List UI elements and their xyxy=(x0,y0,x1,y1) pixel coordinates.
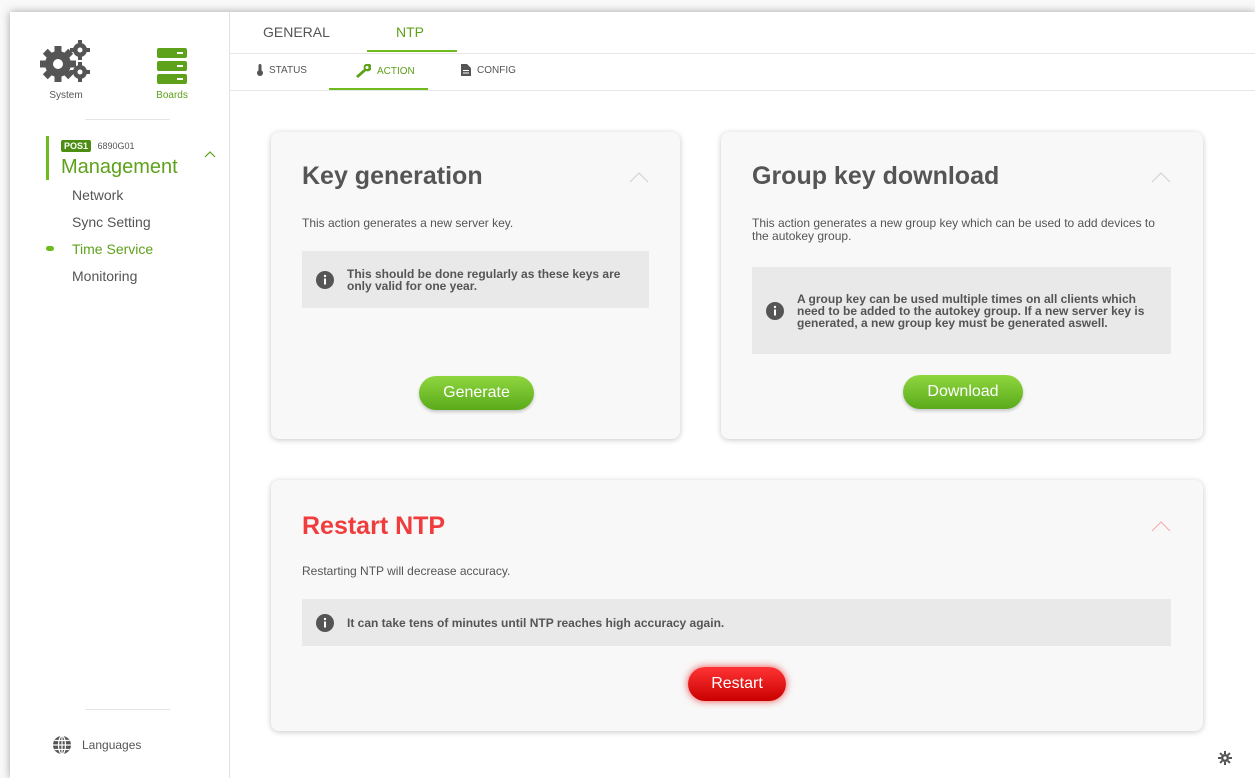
card-description: This action generates a new server key. xyxy=(302,216,514,230)
position-badge: POS1 xyxy=(61,140,92,152)
system-label: System xyxy=(49,90,83,101)
info-text: It can take tens of minutes until NTP re… xyxy=(347,615,725,630)
sidebar-nav: Network Sync Setting Time Service Monito… xyxy=(46,186,154,294)
download-button[interactable]: Download xyxy=(903,375,1023,409)
chevron-up-icon[interactable] xyxy=(1151,521,1171,532)
info-icon xyxy=(316,613,334,632)
subtab-active-underline xyxy=(329,88,428,90)
sidebar-divider-bottom xyxy=(85,709,170,710)
card-title: Restart NTP xyxy=(302,512,446,540)
group-key-card: Group key download This action generates… xyxy=(721,132,1203,439)
chevron-up-icon[interactable] xyxy=(1151,172,1171,183)
thermometer-icon xyxy=(257,64,263,76)
chevron-up-icon[interactable] xyxy=(629,172,649,183)
info-text: This should be done regularly as these k… xyxy=(347,266,621,293)
subtab-status[interactable]: STATUS xyxy=(257,64,307,76)
restart-ntp-card: Restart NTP Restarting NTP will decrease… xyxy=(271,480,1203,731)
system-nav[interactable]: System xyxy=(36,34,96,101)
document-icon xyxy=(461,64,471,76)
info-box: A group key can be used multiple times o… xyxy=(752,267,1171,354)
sidebar-item-time-service[interactable]: Time Service xyxy=(46,240,154,267)
main-tabs: GENERAL NTP xyxy=(230,12,1255,54)
card-title: Group key download xyxy=(752,162,1000,190)
subtab-status-label: STATUS xyxy=(269,64,307,76)
subtab-action[interactable]: ACTION xyxy=(355,64,415,78)
active-indicator xyxy=(46,246,54,251)
sidebar-item-network[interactable]: Network xyxy=(72,186,153,213)
card-title: Key generation xyxy=(302,162,483,190)
section-title: Management xyxy=(61,156,178,178)
gears-icon xyxy=(40,40,90,82)
key-generation-card: Key generation This action generates a n… xyxy=(271,132,680,439)
info-box: It can take tens of minutes until NTP re… xyxy=(302,599,1171,646)
server-stack-icon xyxy=(157,48,187,84)
chevron-up-icon[interactable] xyxy=(204,150,216,158)
info-box: This should be done regularly as these k… xyxy=(302,251,649,308)
sub-tabs: STATUS ACTION CONFIG xyxy=(230,55,1255,91)
sidebar-item-sync-setting[interactable]: Sync Setting xyxy=(72,213,153,240)
sidebar-item-label: Time Service xyxy=(72,241,154,257)
boards-label: Boards xyxy=(156,90,188,101)
management-section[interactable]: POS1 6890G01 Management xyxy=(46,136,216,180)
restart-button[interactable]: Restart xyxy=(688,667,786,701)
top-icons: System Boards xyxy=(10,12,230,122)
languages-button[interactable]: Languages xyxy=(52,735,141,755)
sidebar-divider xyxy=(85,119,170,120)
tab-general[interactable]: GENERAL xyxy=(263,24,330,40)
card-description: Restarting NTP will decrease accuracy. xyxy=(302,564,511,578)
tab-active-underline xyxy=(367,50,457,52)
info-icon xyxy=(766,301,784,320)
languages-label: Languages xyxy=(82,738,142,752)
settings-gear-icon[interactable] xyxy=(1218,751,1232,765)
app-window: System Boards POS1 6890G01 Management Ne… xyxy=(10,12,1255,778)
card-description: This action generates a new group key wh… xyxy=(752,216,1155,243)
info-text: A group key can be used multiple times o… xyxy=(797,291,1145,330)
tab-ntp[interactable]: NTP xyxy=(396,24,424,40)
boards-nav[interactable]: Boards xyxy=(142,34,202,101)
subtab-action-label: ACTION xyxy=(377,65,415,77)
sidebar: System Boards POS1 6890G01 Management Ne… xyxy=(10,12,230,778)
info-icon xyxy=(316,270,334,289)
globe-icon xyxy=(53,735,71,755)
subtab-config[interactable]: CONFIG xyxy=(461,64,516,76)
position-code: 6890G01 xyxy=(97,141,135,151)
subtab-config-label: CONFIG xyxy=(477,64,516,76)
wrench-icon xyxy=(356,64,371,78)
generate-button[interactable]: Generate xyxy=(419,376,534,410)
sidebar-item-monitoring[interactable]: Monitoring xyxy=(72,267,153,294)
